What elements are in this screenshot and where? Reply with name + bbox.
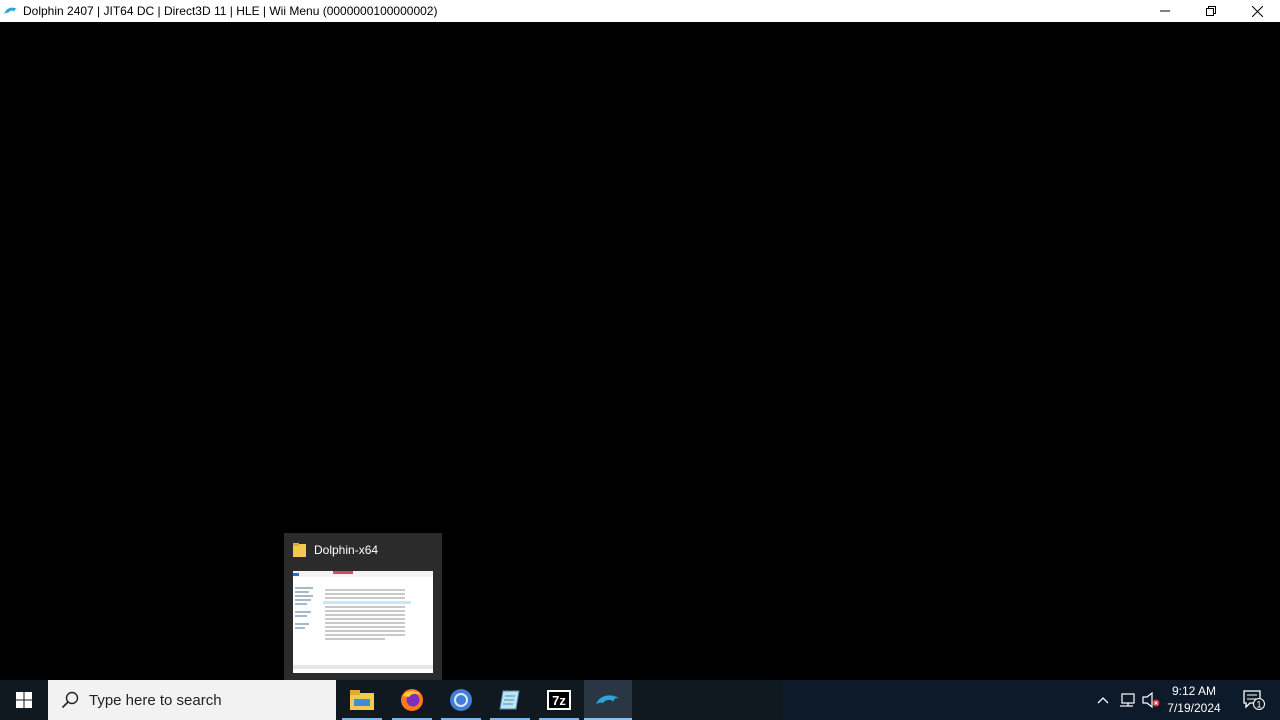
taskbar-app-notepad[interactable] xyxy=(486,680,534,720)
minimize-icon xyxy=(1160,10,1170,12)
thumbnail-header: Dolphin-x64 xyxy=(293,542,378,558)
preview-statusbar xyxy=(293,665,433,669)
preview-nav-line xyxy=(295,623,309,625)
search-placeholder: Type here to search xyxy=(89,691,222,709)
firefox-icon xyxy=(401,689,423,711)
search-icon xyxy=(61,691,79,709)
notification-icon: 1 xyxy=(1243,690,1265,710)
thumbnail-title: Dolphin-x64 xyxy=(314,543,379,557)
restore-icon xyxy=(1206,6,1216,16)
dolphin-icon xyxy=(596,695,619,704)
action-center-button[interactable]: 1 xyxy=(1234,680,1274,720)
taskbar: Type here to search 7z 9:12 AM 7/19/2024… xyxy=(0,680,1280,720)
preview-nav-line xyxy=(295,595,313,597)
taskbar-app-firefox[interactable] xyxy=(388,680,436,720)
folder-icon xyxy=(293,543,306,557)
volume-muted-icon xyxy=(1142,692,1160,708)
preview-nav-line xyxy=(295,627,305,629)
notepad-icon xyxy=(499,690,520,710)
start-button[interactable] xyxy=(0,680,48,720)
preview-file-row xyxy=(325,638,385,640)
preview-nav-line xyxy=(295,611,311,613)
taskbar-search-box[interactable]: Type here to search xyxy=(48,680,336,720)
preview-file-row xyxy=(325,634,405,636)
preview-file-row xyxy=(325,614,405,616)
taskbar-app-file-explorer[interactable] xyxy=(338,680,386,720)
preview-file-row xyxy=(325,589,405,591)
tray-volume-button[interactable] xyxy=(1140,680,1162,720)
preview-nav-line xyxy=(295,603,307,605)
taskbar-thumbnail-popup[interactable]: Dolphin-x64 xyxy=(284,533,442,680)
preview-file-row xyxy=(325,593,405,595)
preview-file-row xyxy=(325,606,405,608)
preview-file-row xyxy=(325,630,405,632)
preview-file-row xyxy=(325,622,405,624)
7zip-icon: 7z xyxy=(547,690,571,710)
chrome-icon xyxy=(450,689,472,711)
preview-file-row xyxy=(325,597,405,599)
close-icon xyxy=(1251,5,1263,17)
tray-overflow-button[interactable] xyxy=(1092,680,1114,720)
preview-nav-line xyxy=(295,587,313,589)
thumbnail-preview-image[interactable] xyxy=(293,571,433,673)
taskbar-clock[interactable]: 9:12 AM 7/19/2024 xyxy=(1162,680,1226,720)
network-icon xyxy=(1120,693,1135,707)
window-title: Dolphin 2407 | JIT64 DC | Direct3D 11 | … xyxy=(23,4,438,18)
clock-time: 9:12 AM xyxy=(1171,684,1217,698)
windows-logo-icon xyxy=(16,692,32,708)
taskbar-app-7zip[interactable]: 7z xyxy=(535,680,583,720)
preview-file-tab xyxy=(293,573,299,576)
clock-date: 7/19/2024 xyxy=(1167,701,1221,715)
preview-tab xyxy=(333,571,353,574)
preview-nav-line xyxy=(295,599,311,601)
window-titlebar[interactable]: Dolphin 2407 | JIT64 DC | Direct3D 11 | … xyxy=(0,0,1280,22)
preview-ribbon xyxy=(293,571,433,577)
restore-button[interactable] xyxy=(1188,0,1234,22)
minimize-button[interactable] xyxy=(1142,0,1188,22)
window-controls xyxy=(1142,0,1280,22)
taskbar-app-chrome[interactable] xyxy=(437,680,485,720)
close-button[interactable] xyxy=(1234,0,1280,22)
preview-selected-row xyxy=(323,601,411,604)
tray-network-button[interactable] xyxy=(1116,680,1138,720)
notification-count: 1 xyxy=(1256,700,1261,710)
chevron-up-icon xyxy=(1097,697,1109,704)
preview-file-row xyxy=(325,626,405,628)
dolphin-icon xyxy=(3,3,19,19)
preview-nav-line xyxy=(295,615,307,617)
svg-text:7z: 7z xyxy=(552,693,566,708)
folder-icon xyxy=(350,690,374,710)
preview-file-row xyxy=(325,610,405,612)
preview-file-row xyxy=(325,618,405,620)
preview-nav-line xyxy=(295,591,309,593)
emulator-render-area[interactable] xyxy=(0,22,1280,680)
taskbar-app-dolphin[interactable] xyxy=(584,680,632,720)
